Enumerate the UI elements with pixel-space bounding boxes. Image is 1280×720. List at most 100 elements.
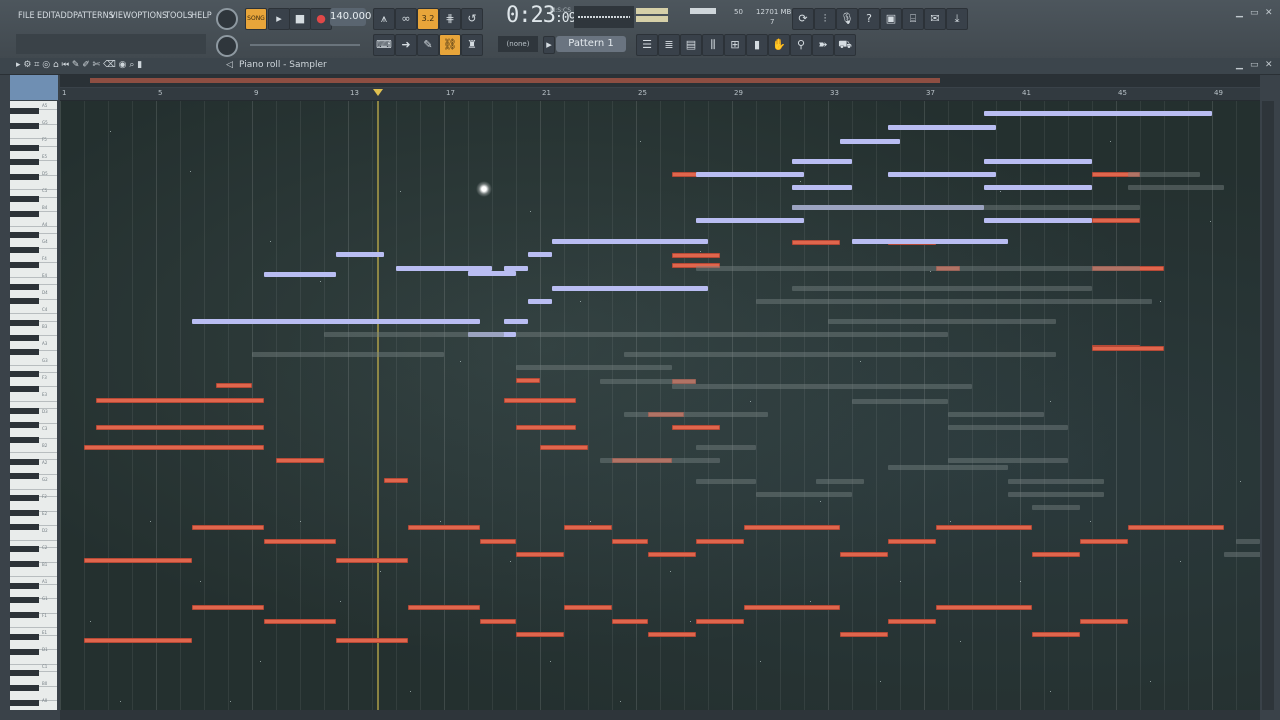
black-key[interactable] — [10, 261, 39, 268]
black-key[interactable] — [10, 407, 39, 414]
black-key[interactable] — [10, 349, 39, 356]
note-block[interactable] — [96, 425, 264, 430]
piano-keyboard[interactable]: A5 G5 F5 E5 D5 C5 B4 A4 G4 F4 E4 D4 C4 B3 A3 G3 F3 E3 D3 C3… — [10, 101, 57, 710]
step-edit-button[interactable]: 3.2 — [417, 8, 439, 30]
black-key[interactable] — [10, 685, 39, 691]
black-key[interactable] — [10, 247, 39, 253]
position-slider[interactable] — [250, 44, 360, 46]
note-block[interactable] — [648, 552, 696, 557]
note-block[interactable] — [1092, 218, 1140, 223]
menu-file[interactable]: FILE — [18, 11, 35, 21]
note-block[interactable] — [936, 525, 1032, 530]
pattern-prev-button[interactable]: ▸ — [543, 36, 555, 54]
piano-roll-tools[interactable]: ▸ ⚙ ⌗ ◎ ⌂ ⏮ ✎ ✐ ✄ ⌫ ◉ ⌕ ▮ — [16, 60, 142, 70]
note-block[interactable] — [936, 605, 1032, 610]
black-key[interactable] — [10, 597, 39, 604]
note-block[interactable] — [528, 252, 552, 257]
black-key[interactable] — [10, 699, 39, 706]
note-block[interactable] — [612, 619, 648, 624]
play-button[interactable]: ▸ — [268, 8, 290, 30]
pin-button[interactable]: ⚲ — [790, 34, 812, 56]
save-button[interactable]: ▣ — [880, 8, 902, 30]
black-key[interactable] — [10, 108, 39, 115]
black-key[interactable] — [10, 334, 39, 341]
black-key[interactable] — [10, 144, 39, 151]
black-key[interactable] — [10, 232, 39, 239]
black-key[interactable] — [10, 422, 39, 429]
menu-tools[interactable]: TOOLS — [165, 11, 192, 21]
note-block[interactable] — [504, 266, 528, 271]
black-key[interactable] — [10, 122, 39, 129]
note-block[interactable] — [984, 185, 1092, 190]
note-block[interactable] — [84, 638, 192, 643]
black-key[interactable] — [10, 174, 39, 180]
plugin-picker-button[interactable]: ⌸ — [902, 8, 924, 30]
note-block[interactable] — [516, 552, 564, 557]
menu-view[interactable]: VIEW — [110, 11, 131, 21]
note-block[interactable] — [840, 139, 900, 144]
master-volume-knob[interactable] — [216, 8, 238, 30]
note-block[interactable] — [1128, 525, 1224, 530]
note-block[interactable] — [564, 605, 612, 610]
note-block[interactable] — [888, 619, 936, 624]
note-block[interactable] — [984, 218, 1092, 223]
note-block[interactable] — [1080, 619, 1128, 624]
blend-notes-button[interactable]: ⋕ — [439, 8, 461, 30]
menu-add[interactable]: ADD — [55, 11, 73, 21]
black-key[interactable] — [10, 210, 39, 217]
note-block[interactable] — [552, 239, 708, 244]
black-key[interactable] — [10, 385, 39, 392]
browser-button[interactable]: ⊞ — [724, 34, 746, 56]
restore-icon[interactable]: ▭ — [1250, 8, 1259, 18]
note-block[interactable] — [192, 319, 480, 324]
pr-minimize-icon[interactable]: ▁ — [1236, 60, 1243, 70]
metronome-button[interactable]: ⩚ — [373, 8, 395, 30]
mixer-view-button[interactable]: ⫼ — [702, 34, 724, 56]
playhead-marker[interactable] — [373, 89, 383, 96]
note-block[interactable] — [888, 539, 936, 544]
note-block[interactable] — [192, 525, 264, 530]
black-key[interactable] — [10, 546, 39, 553]
note-block[interactable] — [408, 525, 480, 530]
stamp-button[interactable]: ♜ — [461, 34, 483, 56]
note-block[interactable] — [276, 458, 324, 463]
tempo-display[interactable]: 140.000 — [330, 8, 371, 26]
black-key[interactable] — [10, 320, 39, 326]
snap-select[interactable]: (none) — [498, 36, 538, 52]
note-block[interactable] — [792, 159, 852, 164]
minimize-icon[interactable]: ▁ — [1236, 8, 1243, 18]
white-key[interactable] — [10, 707, 57, 710]
black-key[interactable] — [10, 582, 39, 589]
speaker-icon[interactable]: ◁ — [226, 60, 233, 70]
note-block[interactable] — [744, 605, 840, 610]
note-block[interactable] — [696, 619, 744, 624]
note-block[interactable] — [384, 478, 408, 483]
link-button[interactable]: ⛓ — [439, 34, 461, 56]
note-block[interactable] — [336, 558, 408, 563]
vertical-scrollbar[interactable] — [1262, 101, 1274, 710]
note-block[interactable] — [984, 159, 1092, 164]
download-button[interactable]: ⤓ — [946, 8, 968, 30]
note-block[interactable] — [840, 552, 888, 557]
note-grid[interactable] — [60, 101, 1260, 710]
black-key[interactable] — [10, 509, 39, 516]
pr-close-icon[interactable]: ✕ — [1265, 60, 1273, 70]
note-block[interactable] — [888, 172, 996, 177]
note-block[interactable] — [888, 125, 996, 130]
black-key[interactable] — [10, 633, 39, 640]
note-block[interactable] — [516, 425, 576, 430]
black-key[interactable] — [10, 458, 39, 465]
news-button[interactable]: ✉ — [924, 8, 946, 30]
black-key[interactable] — [10, 371, 39, 378]
black-key[interactable] — [10, 560, 39, 567]
note-block[interactable] — [1032, 552, 1080, 557]
note-block[interactable] — [612, 539, 648, 544]
menu-edit[interactable]: EDIT — [37, 11, 56, 21]
note-block[interactable] — [480, 539, 516, 544]
menu-options[interactable]: OPTIONS — [131, 11, 167, 21]
channel-rack-button[interactable]: ▤ — [680, 34, 702, 56]
note-block[interactable] — [984, 111, 1212, 116]
note-block[interactable] — [468, 271, 516, 276]
record-button[interactable]: ● — [310, 8, 332, 30]
master-pitch-knob[interactable] — [216, 35, 238, 57]
